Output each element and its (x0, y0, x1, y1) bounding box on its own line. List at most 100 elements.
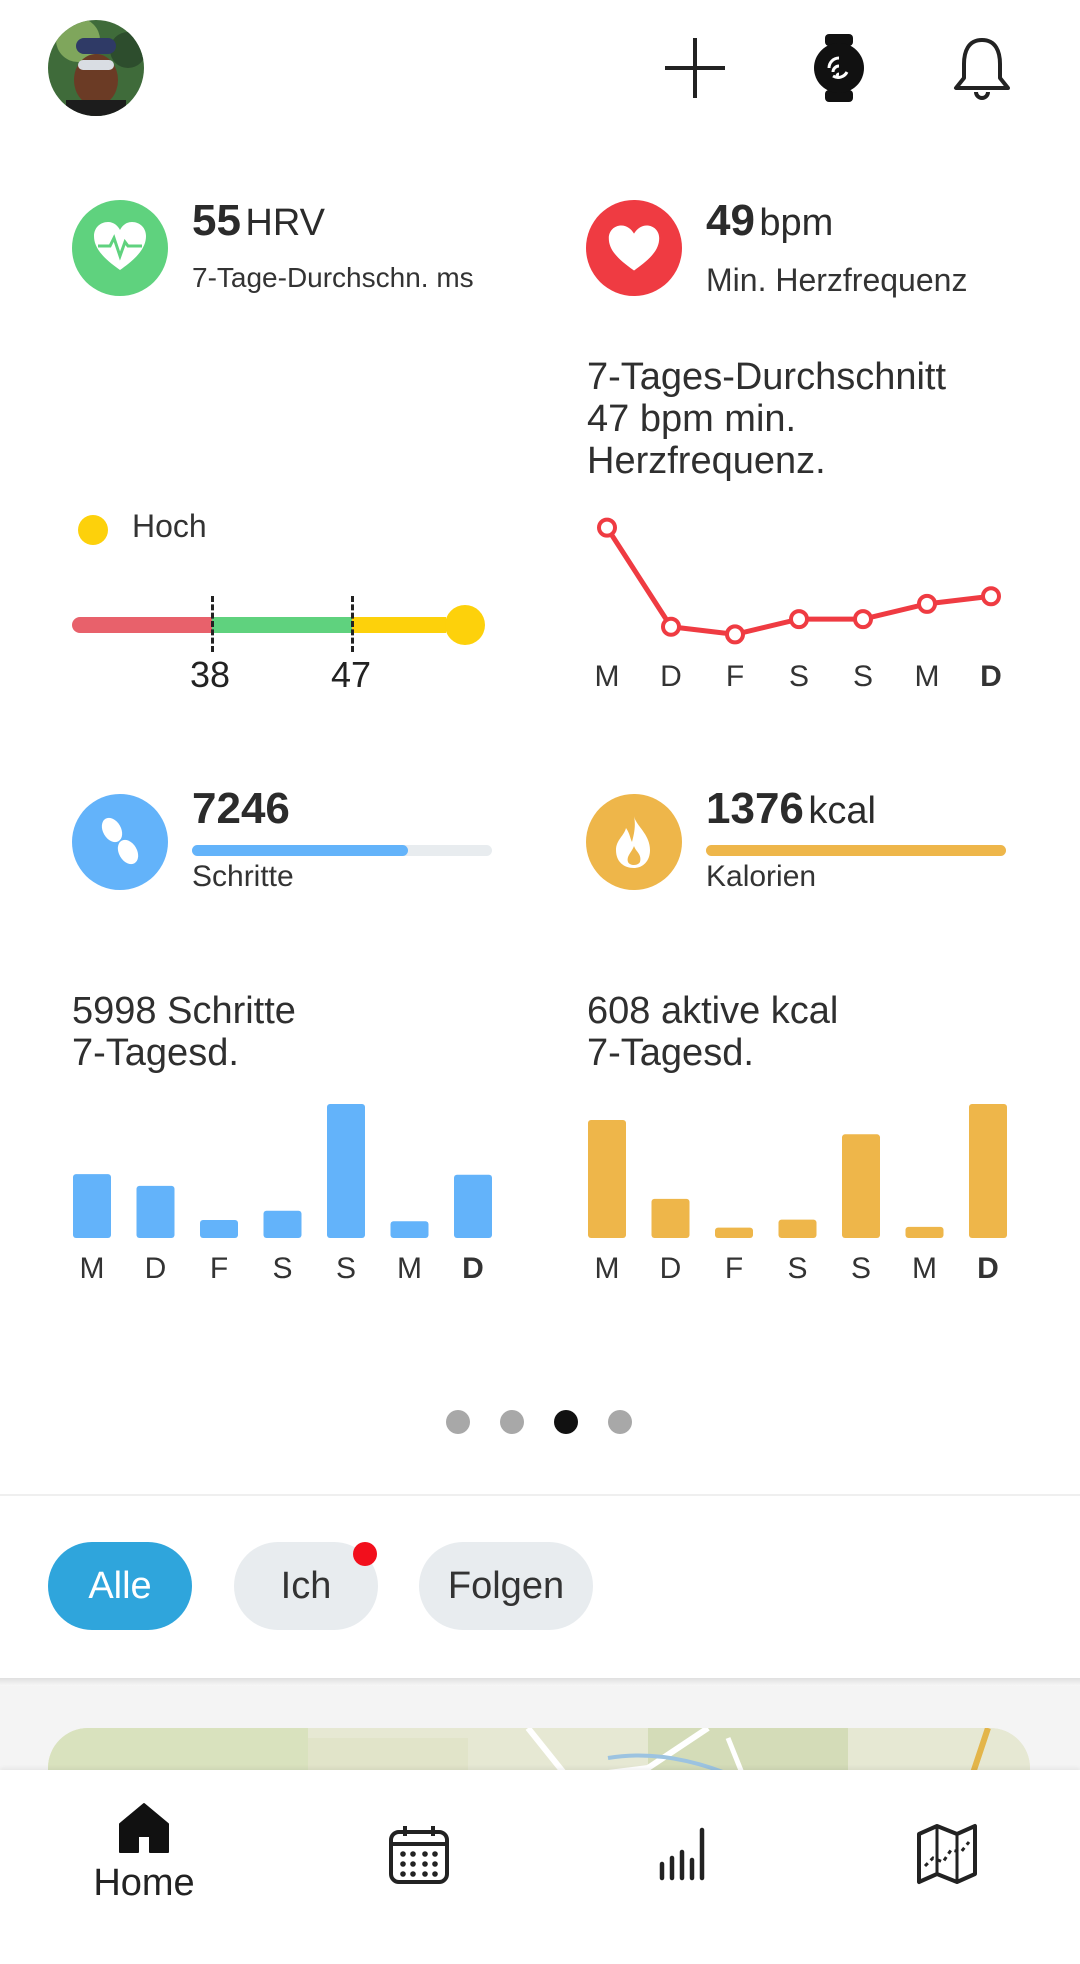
day-label: S (851, 1252, 871, 1285)
hrv-unit: HRV (245, 202, 325, 244)
threshold-tick-low (211, 596, 214, 652)
steps-description-line-2: 7-Tagesd. (72, 1032, 239, 1074)
section-divider (0, 1494, 1080, 1496)
bell-icon[interactable] (946, 32, 1018, 104)
hrv-icon (72, 200, 168, 296)
plus-icon[interactable] (659, 32, 731, 104)
steps-value: 7246 (192, 784, 290, 833)
feed-divider (0, 1678, 1080, 1686)
hrv-range-low (72, 617, 212, 633)
day-label: S (787, 1252, 807, 1285)
kcal-value-line: 1376 kcal (706, 784, 876, 834)
kcal-bar-chart: MDFSSMD (588, 1104, 1007, 1285)
heart-icon (586, 200, 682, 296)
day-label: D (660, 1252, 682, 1285)
day-label: S (272, 1252, 292, 1285)
day-label: S (336, 1252, 356, 1285)
hr-value: 49 (706, 196, 755, 245)
flame-icon (586, 794, 682, 890)
filter-following-button[interactable]: Folgen (419, 1542, 593, 1630)
hrv-marker (445, 605, 485, 645)
hr-point (981, 586, 1001, 607)
watch-icon[interactable] (803, 32, 875, 104)
nav-statistics[interactable] (604, 1800, 764, 1882)
day-label: F (210, 1252, 228, 1285)
kcal-description-line-1: 608 aktive kcal (587, 990, 839, 1032)
day-label: D (977, 1252, 999, 1285)
day-label: M (595, 660, 620, 693)
hr-line-chart: MDFSSMD (595, 517, 1002, 693)
bar (651, 1198, 690, 1238)
hrv-range-normal (212, 617, 352, 633)
bar (136, 1185, 175, 1238)
hr-point (917, 593, 937, 614)
bar (454, 1174, 492, 1238)
hr-point (597, 517, 617, 538)
bar (969, 1104, 1007, 1238)
steps-progress-fill (192, 845, 408, 856)
hrv-range-high (352, 617, 446, 633)
hr-point (789, 609, 809, 630)
day-label: S (853, 660, 873, 693)
hrv-threshold-low: 38 (190, 654, 231, 695)
day-label: D (462, 1252, 484, 1285)
filter-all-button[interactable]: Alle (48, 1542, 192, 1630)
page-indicator[interactable] (446, 1410, 636, 1434)
map-icon (917, 1824, 977, 1884)
calendar-icon (389, 1826, 449, 1884)
bar (778, 1219, 817, 1238)
day-label: M (397, 1252, 422, 1285)
bar (842, 1134, 880, 1238)
day-label: M (912, 1252, 937, 1285)
home-icon (119, 1803, 169, 1853)
hr-value-line: 49 bpm (706, 196, 833, 246)
kcal-description: 608 aktive kcal 7-Tagesd. (587, 990, 838, 1074)
hr-point (725, 624, 745, 645)
kcal-progress-fill (706, 845, 1006, 856)
hr-description: 7-Tages-Durchschnitt 47 bpm min. Herzfre… (587, 356, 946, 482)
bar (200, 1220, 238, 1238)
day-label: M (915, 660, 940, 693)
kcal-unit: kcal (808, 790, 876, 832)
hr-description-line-3: Herzfrequenz. (587, 440, 826, 482)
avatar[interactable] (48, 20, 144, 116)
kcal-value: 1376 (706, 784, 804, 833)
level-dot (78, 515, 108, 545)
bar (327, 1104, 365, 1238)
hrv-value-line: 55 HRV (192, 196, 325, 246)
day-label: D (980, 660, 1002, 693)
nav-calendar[interactable] (339, 1800, 499, 1886)
threshold-tick-high (351, 596, 354, 652)
day-label: D (660, 660, 682, 693)
hrv-subtitle: 7-Tage-Durchschn. ms (192, 262, 474, 293)
kcal-subtitle: Kalorien (706, 860, 817, 893)
hr-unit: bpm (759, 202, 834, 244)
page-dot[interactable] (608, 1410, 632, 1434)
bar (73, 1174, 111, 1238)
page-dot[interactable] (500, 1410, 524, 1434)
nav-home-label: Home (93, 1862, 195, 1904)
page-dot[interactable] (554, 1410, 578, 1434)
steps-bar-chart: MDFSSMD (73, 1104, 492, 1285)
steps-description-line-1: 5998 Schritte (72, 990, 296, 1032)
kcal-progress-track (706, 845, 1006, 856)
day-label: M (80, 1252, 105, 1285)
nav-map[interactable] (867, 1800, 1027, 1886)
nav-home[interactable]: Home (64, 1800, 224, 1905)
day-label: F (726, 660, 744, 693)
stats-icon (659, 1827, 705, 1881)
day-label: F (725, 1252, 743, 1285)
day-label: S (789, 660, 809, 693)
hr-point (661, 616, 681, 637)
hrv-level-label: Hoch (132, 508, 207, 544)
page-dot[interactable] (446, 1410, 470, 1434)
steps-icon (72, 794, 168, 890)
day-label: M (595, 1252, 620, 1285)
bar (588, 1119, 626, 1238)
notification-badge (353, 1542, 377, 1566)
bar (715, 1227, 753, 1238)
steps-progress-track (192, 845, 492, 856)
kcal-description-line-2: 7-Tagesd. (587, 1032, 754, 1074)
steps-description: 5998 Schritte 7-Tagesd. (72, 990, 296, 1074)
bar (263, 1210, 302, 1238)
